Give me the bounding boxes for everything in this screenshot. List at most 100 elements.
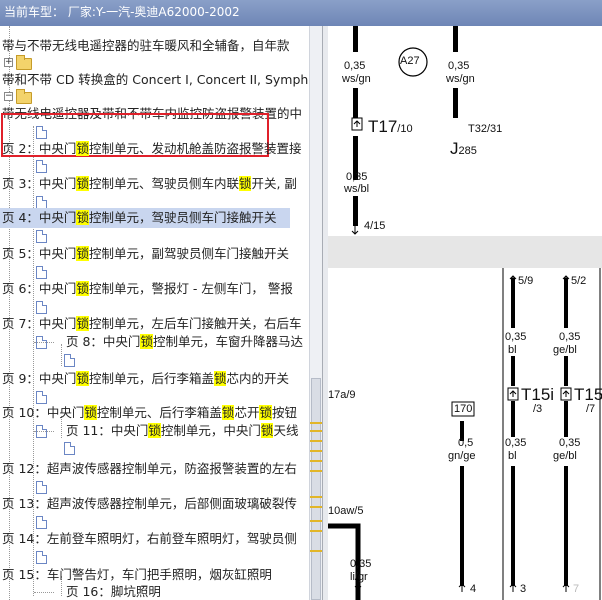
- keyword-highlight: 锁: [259, 405, 272, 420]
- tree-node-top[interactable]: 带与不带无线电遥控器的驻车暖风和全辅备，自年款: [2, 36, 290, 56]
- folder-open-icon: [16, 89, 32, 104]
- connector-pin: /10: [397, 123, 413, 135]
- connector-label: T15i: [521, 385, 555, 404]
- wire-number: 170: [454, 403, 473, 415]
- connector-reference: 5/9: [518, 275, 534, 287]
- wire-segment: [511, 356, 515, 386]
- wire-gauge-label: 0,35: [346, 171, 368, 183]
- search-hit-marker: [310, 470, 322, 472]
- arrow-up-icon: [509, 583, 517, 592]
- tree-branch-line: [34, 342, 54, 343]
- tree-item-page-14[interactable]: 页 14：左前登车照明灯，右前登车照明灯，驾驶员侧: [2, 529, 297, 549]
- keyword-highlight: 锁: [76, 246, 89, 261]
- tree-panel[interactable]: 带与不带无线电遥控器的驻车暖风和全辅备，自年款 + 带和不带 CD 转换盒的 C…: [0, 26, 322, 600]
- connector-label: T17/10: [368, 117, 413, 137]
- tree-item-page-3[interactable]: 页 3：中央门锁控制单元、驾驶员侧车内联锁开关, 副: [2, 174, 297, 194]
- search-hit-marker: [310, 430, 322, 432]
- wire-segment: [453, 88, 458, 118]
- collapse-icon[interactable]: −: [4, 92, 13, 101]
- wire-gauge-label: 0,35: [559, 331, 581, 343]
- keyword-highlight: 锁: [76, 176, 89, 191]
- wire-color-label: ws/bl: [344, 183, 370, 195]
- wire-color-label: bl: [508, 344, 517, 356]
- keyword-highlight: 锁: [148, 423, 161, 438]
- wire-segment: [460, 466, 464, 586]
- search-hit-marker: [310, 530, 322, 532]
- wire-color-label: gn/ge: [448, 450, 476, 462]
- tree-node-label: 带与不带无线电遥控器的驻车暖风和全辅备，自年款: [2, 38, 290, 53]
- expand-icon[interactable]: +: [4, 58, 13, 67]
- page-label: 页 2：中央门: [2, 141, 77, 156]
- tree-item-page-7[interactable]: 页 7：中央门锁控制单元，左后车门接触开关，右后车: [2, 314, 301, 334]
- wire-segment: [511, 401, 515, 437]
- wire-segment: [564, 401, 568, 437]
- page-label: 控制单元、驾驶员侧车内联: [88, 176, 239, 191]
- document-icon: [36, 481, 47, 494]
- page-label: 页 13：超声波传感器控制单元，后部侧面玻璃破裂传: [2, 496, 297, 511]
- tree-item-page-11[interactable]: 页 11：中央门锁控制单元，中央门锁天线: [66, 421, 298, 441]
- connector-pin: /7: [586, 403, 596, 415]
- page-label: 页 4：中央门: [2, 210, 77, 225]
- keyword-highlight: 锁: [221, 405, 235, 420]
- connector-pin: 3: [520, 583, 527, 595]
- keyword-highlight: 锁: [260, 423, 274, 438]
- wire-gauge-label: 0,5: [458, 437, 474, 449]
- arrow-up-icon: [509, 275, 517, 284]
- component-label: A27: [400, 55, 420, 67]
- tree-item-page-16[interactable]: 页 16：脚坑照明: [66, 582, 161, 600]
- tree-item-page-4[interactable]: 页 4：中央门锁控制单元，驾驶员侧车门接触开关: [0, 208, 290, 228]
- wiring-diagram-panel[interactable]: A27 0,35 ws/gn 0,35 ws/gn T17/10 T32/31 …: [328, 26, 602, 600]
- document-icon: [36, 301, 47, 314]
- tree-item-page-10[interactable]: 页 10：中央门锁控制单元、后行李箱盖锁芯开锁按钮: [2, 403, 297, 423]
- page-label: 页 6：中央门: [2, 281, 77, 296]
- document-icon: [36, 266, 47, 279]
- tree-guide-line: [33, 126, 34, 596]
- scrollbar-thumb[interactable]: [311, 378, 321, 600]
- tree-node-cd[interactable]: 带和不带 CD 转换盒的 Concert I, Concert II, Symp…: [2, 70, 308, 90]
- tree-item-page-12[interactable]: 页 12：超声波传感器控制单元，防盗报警装置的左右: [2, 459, 297, 479]
- wiring-diagram: [328, 26, 602, 600]
- arrow-up-icon: [562, 583, 570, 592]
- page-label: 控制单元，车窗升降器马达: [152, 334, 303, 349]
- page-label: 芯开: [234, 405, 260, 420]
- wire-segment: [564, 356, 568, 386]
- window-title-bar: 当前车型： 厂家:Y-一汽-奥迪A62000-2002: [0, 0, 602, 26]
- document-icon: [36, 126, 47, 139]
- keyword-highlight: 锁: [84, 405, 97, 420]
- page-label: 页 10：中央门: [2, 405, 85, 420]
- arrow-down-icon: [351, 226, 359, 235]
- connector-name: T17: [368, 117, 398, 136]
- tree-scrollbar[interactable]: [309, 26, 322, 600]
- search-hit-marker: [310, 550, 322, 552]
- connector-pin: /3: [533, 403, 543, 415]
- page-label: 页 3：中央门: [2, 176, 77, 191]
- page-label: 页 11：中央门: [66, 423, 149, 438]
- page-label: 控制单元，警报灯 - 左侧车门， 警报: [88, 281, 293, 296]
- page-label: 页 9：中央门: [2, 371, 77, 386]
- tree-item-page-8[interactable]: 页 8：中央门锁控制单元，车窗升降器马达: [66, 332, 303, 352]
- page-label: 控制单元，后行李箱盖: [88, 371, 214, 386]
- tree-item-page-5[interactable]: 页 5：中央门锁控制单元，副驾驶员侧车门接触开关: [2, 244, 289, 264]
- tree-item-page-2[interactable]: 页 2：中央门锁控制单元、发动机舱盖防盗报警装置接: [2, 139, 301, 159]
- connector-reference: 4/15: [364, 220, 386, 232]
- tree-guide-line: [61, 344, 62, 366]
- document-icon: [36, 160, 47, 173]
- page-gap-band: [328, 236, 602, 268]
- document-icon: [36, 516, 47, 529]
- search-hit-marker: [310, 460, 322, 462]
- wire-segment: [511, 278, 515, 328]
- connector-pin: 7: [573, 583, 580, 595]
- page-label: 页 5：中央门: [2, 246, 77, 261]
- wire-color-label: ws/gn: [342, 73, 371, 85]
- wire-color-label: ws/gn: [446, 73, 475, 85]
- wire-gauge-label: 0,35: [505, 331, 527, 343]
- tree-item-page-9[interactable]: 页 9：中央门锁控制单元，后行李箱盖锁芯内的开关: [2, 369, 289, 389]
- tree-item-page-13[interactable]: 页 13：超声波传感器控制单元，后部侧面玻璃破裂传: [2, 494, 297, 514]
- connector-reference: 17a/9: [328, 389, 356, 401]
- wire-gauge-label: 0,35: [505, 437, 527, 449]
- folder-icon: [16, 55, 32, 70]
- arrow-up-icon: [562, 275, 570, 284]
- tree-item-page-6[interactable]: 页 6：中央门锁控制单元，警报灯 - 左侧车门， 警报: [2, 279, 293, 299]
- page-label: 控制单元，中央门: [160, 423, 261, 438]
- tree-node-label: 带和不带 CD 转换盒的 Concert I, Concert II, Symp…: [2, 72, 309, 87]
